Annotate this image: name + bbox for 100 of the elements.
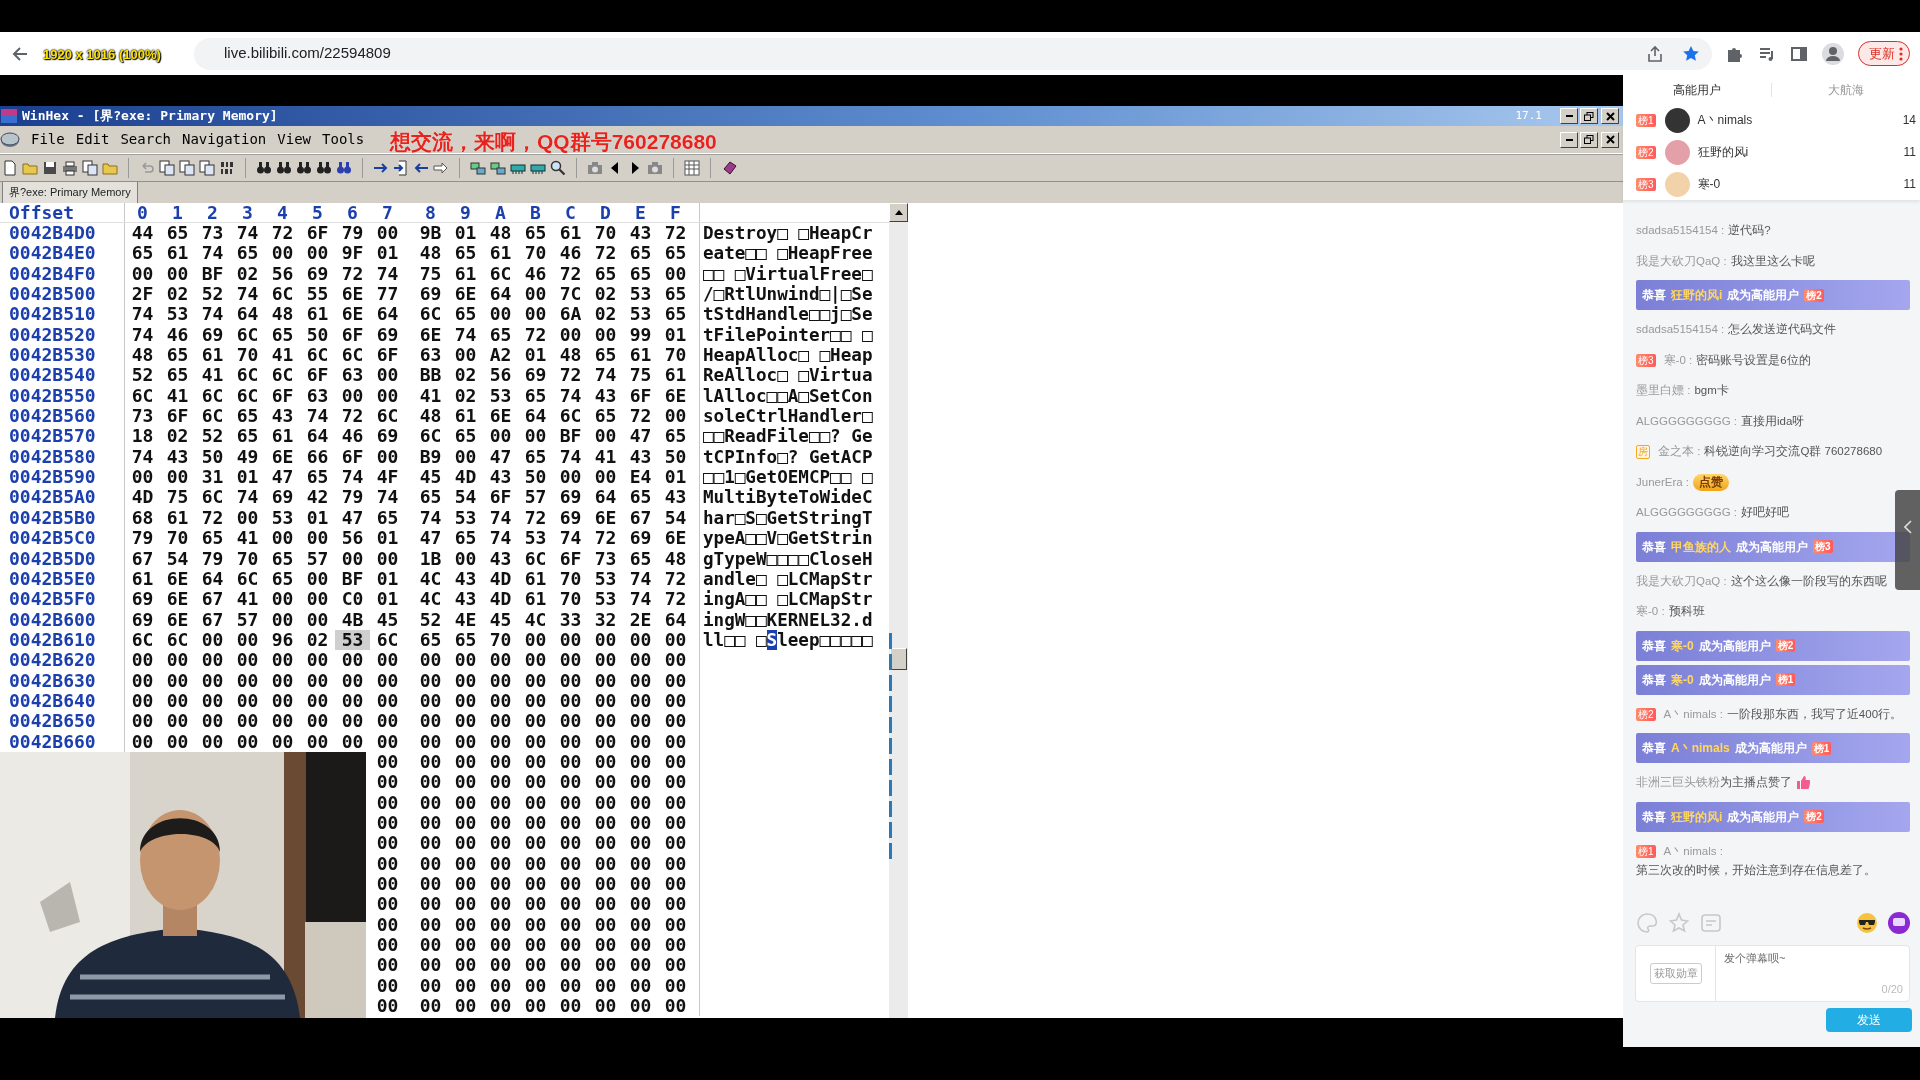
byte-cell-text: 00	[558, 914, 583, 936]
byte-cell-text: 02	[453, 385, 478, 407]
byte-cell-text: 00	[418, 996, 443, 1017]
arrow-right-icon[interactable]	[433, 160, 449, 176]
chat-text: 为主播点赞了	[1720, 775, 1792, 790]
byte-cell-text: 74	[130, 324, 155, 346]
document-tab[interactable]: 界?exe: Primary Memory	[2, 182, 138, 204]
star-icon[interactable]	[1682, 44, 1700, 63]
binoculars-icon[interactable]	[296, 160, 312, 176]
window-close-button[interactable]	[1601, 108, 1619, 124]
byte-cell-text: 45	[375, 609, 400, 630]
menu-item[interactable]: Navigation	[182, 129, 267, 150]
scroll-thumb[interactable]	[890, 648, 907, 670]
byte-cell-text: 00	[488, 935, 513, 956]
byte-cell-text: 73	[593, 548, 618, 569]
byte-cell-text: 00	[663, 894, 688, 915]
documents-icon[interactable]	[82, 160, 98, 176]
byte-cell-text: 6E	[593, 507, 618, 529]
document-arrow-icon[interactable]	[393, 160, 409, 176]
byte-cell-text: 74	[558, 528, 583, 549]
byte-cell-text: 00	[663, 812, 688, 834]
bit-pattern-icon[interactable]	[219, 160, 235, 176]
byte-cell-text: 02	[305, 629, 330, 651]
byte-cell-text: 00	[418, 812, 443, 834]
rank-badge: 榜2	[1804, 288, 1824, 302]
menu-item[interactable]: Search	[120, 129, 171, 150]
byte-cell-text: 00	[375, 223, 400, 244]
byte-cell-text: 00	[305, 690, 330, 712]
binoculars-icon[interactable]	[336, 160, 352, 176]
document-icon[interactable]	[2, 160, 18, 176]
byte-cell-text: 63	[418, 345, 443, 366]
update-button[interactable]: 更新	[1858, 40, 1910, 67]
binoculars-icon[interactable]	[256, 160, 272, 176]
byte-cell-text: 74	[200, 304, 225, 325]
byte-cell-text: 00	[488, 711, 513, 732]
window-minimize-button[interactable]	[1560, 108, 1578, 124]
byte-cell-text: 00	[488, 772, 513, 793]
comment-field[interactable]: 发个弹幕呗~	[1716, 946, 1882, 970]
byte-cell-text: 00	[523, 955, 548, 976]
scroll-up-button[interactable]	[889, 203, 908, 222]
byte-cell-text: 43	[488, 548, 513, 569]
sunglasses-emoji-icon[interactable]	[1856, 912, 1878, 934]
column-header: C	[564, 203, 577, 222]
byte-cell-text: 47	[340, 507, 365, 529]
minimize-icon	[1565, 138, 1573, 141]
tab[interactable]: 高能用户	[1623, 80, 1771, 99]
document-minimize-button[interactable]	[1560, 131, 1578, 148]
documents-icon[interactable]	[179, 160, 195, 176]
byte-cell-text: 4D	[488, 589, 513, 610]
share-icon[interactable]	[1646, 44, 1664, 63]
chat-text: 密码账号设置是6位的	[1696, 353, 1811, 366]
address-bar[interactable]: live.bilibili.com/22594809	[194, 37, 1712, 70]
side-panel-icon[interactable]	[1790, 44, 1808, 63]
byte-cell-text: 41	[593, 446, 618, 468]
byte-cell-text: 6F	[165, 406, 190, 427]
byte-cell-text: 00	[418, 711, 443, 732]
byte-cell-text: 00	[418, 894, 443, 915]
chat-bubble-icon[interactable]	[1888, 912, 1910, 934]
byte-cell-text: 00	[523, 690, 548, 712]
printer-icon[interactable]	[62, 160, 78, 176]
byte-cell-text: 6E	[663, 528, 688, 549]
byte-cell-text: 65	[488, 324, 513, 346]
document-close-button[interactable]	[1601, 131, 1619, 148]
byte-cell-text: 00	[270, 690, 295, 712]
windows-icon[interactable]	[490, 160, 506, 176]
byte-cell-text: 67	[200, 589, 225, 610]
documents-icon[interactable]	[159, 160, 175, 176]
menu-item[interactable]: File	[31, 129, 65, 150]
binoculars-icon[interactable]	[276, 160, 292, 176]
byte-cell-text: 00	[628, 731, 653, 752]
book-icon[interactable]	[721, 160, 737, 176]
binoculars-icon[interactable]	[316, 160, 332, 176]
byte-cell-text: 45	[488, 609, 513, 630]
scrollbar[interactable]	[889, 203, 908, 1018]
window-restore-button[interactable]	[1580, 108, 1598, 124]
byte-cell-text: 00	[663, 935, 688, 956]
column-header: 9	[459, 203, 472, 222]
byte-cell-text: 61	[628, 345, 653, 366]
collapse-handle[interactable]	[1895, 490, 1920, 590]
search-icon[interactable]	[550, 160, 566, 176]
menu-item[interactable]: Edit	[75, 129, 110, 150]
menu-item[interactable]: View	[277, 129, 312, 150]
byte-cell-text: 43	[593, 385, 618, 407]
documents-icon[interactable]	[199, 160, 215, 176]
byte-cell-text: 00	[488, 833, 513, 854]
offset-cell: 0042B540	[0, 365, 125, 386]
byte-cell-text: 6F	[340, 446, 365, 468]
byte-cell-text: 00	[488, 914, 513, 936]
byte-cell-text: 00	[200, 731, 225, 752]
byte-cell-text: 00	[453, 731, 478, 752]
byte-cell-text: 02	[235, 263, 260, 285]
document-restore-button[interactable]	[1580, 131, 1598, 148]
byte-cell-text: 00	[453, 792, 478, 813]
banner-username: 狂野的风i	[1671, 808, 1723, 826]
profile-icon[interactable]	[1822, 42, 1844, 65]
menu-item[interactable]: Tools	[322, 129, 365, 150]
table-icon[interactable]	[684, 160, 700, 176]
byte-cell-text: 74	[130, 304, 155, 325]
byte-cell-text: 65	[270, 568, 295, 590]
byte-cell-text: 70	[663, 345, 688, 366]
